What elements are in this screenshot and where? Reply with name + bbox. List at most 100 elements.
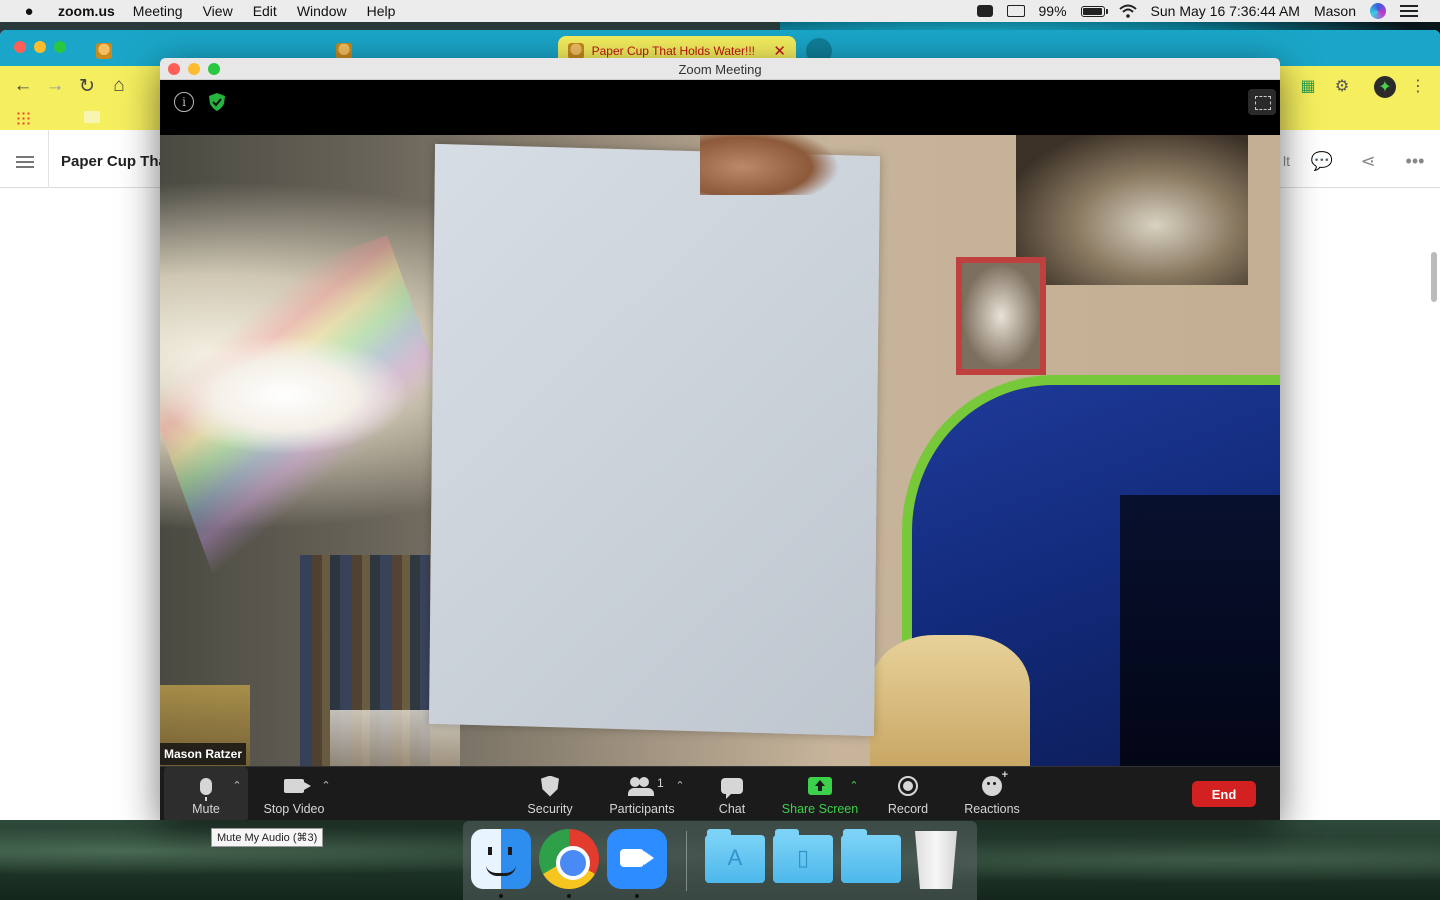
- notification-center-icon[interactable]: [1400, 5, 1418, 17]
- participants-count: 1: [657, 776, 664, 790]
- menu-meeting[interactable]: Meeting: [133, 3, 183, 19]
- running-indicator: [499, 894, 503, 898]
- browser-zoom-button[interactable]: [54, 41, 66, 53]
- audio-options-chevron-icon[interactable]: ⌃: [232, 781, 242, 792]
- enter-fullscreen-icon[interactable]: [1248, 89, 1276, 115]
- applications-folder-icon[interactable]: A: [705, 829, 765, 883]
- zoom-window-title: Zoom Meeting: [678, 62, 762, 77]
- airplay-icon[interactable]: [1006, 5, 1025, 17]
- mac-menu-bar: ● zoom.us Meeting View Edit Window Help …: [0, 0, 1440, 22]
- participants-label: Participants: [609, 802, 675, 816]
- zoom-title-bar[interactable]: Zoom Meeting: [160, 58, 1280, 80]
- profile-avatar[interactable]: ✦: [1374, 76, 1396, 98]
- record-icon: [893, 775, 923, 797]
- participants-button[interactable]: 1 Participants: [600, 767, 684, 820]
- menu-help[interactable]: Help: [367, 3, 396, 19]
- stop-video-button[interactable]: Stop Video: [256, 767, 332, 820]
- running-indicator: [635, 894, 639, 898]
- meeting-info-icon[interactable]: i: [174, 92, 194, 112]
- header-divider: [48, 130, 49, 188]
- battery-icon[interactable]: [1080, 5, 1108, 17]
- video-shadow: [1120, 495, 1280, 766]
- menubar-clock[interactable]: Sun May 16 7:36:44 AM: [1151, 3, 1300, 19]
- menu-window[interactable]: Window: [297, 3, 347, 19]
- participant-name-tag: Mason Ratzer: [160, 743, 247, 765]
- running-indicator: [567, 894, 571, 898]
- video-camera-icon: [279, 775, 311, 797]
- record-button[interactable]: Record: [880, 767, 936, 820]
- share-screen-button[interactable]: Share Screen: [778, 767, 862, 820]
- battery-percent: 99%: [1038, 3, 1067, 19]
- tab-favicon-icon: [568, 43, 584, 59]
- menubar-status-area: 99% Sun May 16 7:36:44 AM Mason: [976, 3, 1440, 19]
- participants-icon: 1: [627, 775, 664, 797]
- encryption-shield-icon[interactable]: [208, 92, 226, 112]
- extension-icon[interactable]: ⚙: [1332, 76, 1352, 96]
- apple-menu-icon[interactable]: ●: [20, 3, 38, 20]
- mute-tooltip: Mute My Audio (⌘3): [211, 828, 324, 847]
- reload-icon[interactable]: ↻: [76, 75, 98, 97]
- comments-icon[interactable]: 💬: [1310, 150, 1334, 172]
- meeting-controls-toolbar: Mute ⌃ Stop Video ⌃ Security 1 Participa…: [160, 766, 1280, 820]
- menu-edit[interactable]: Edit: [253, 3, 277, 19]
- chat-label: Chat: [718, 802, 746, 816]
- video-picture-frame: [956, 257, 1046, 375]
- reactions-label: Reactions: [964, 802, 1020, 816]
- apps-grid-icon[interactable]: [16, 111, 30, 125]
- mac-dock: A ▯: [463, 821, 977, 900]
- record-label: Record: [887, 802, 929, 816]
- browser-menu-icon[interactable]: ⋮: [1408, 76, 1428, 96]
- video-paper-sheet: [428, 143, 881, 737]
- more-options-icon[interactable]: •••: [1403, 150, 1427, 172]
- video-wall-poster: [1016, 135, 1248, 285]
- video-lamp: [870, 635, 1030, 766]
- bookmark-folder-icon[interactable]: [84, 111, 100, 123]
- hamburger-menu-icon[interactable]: [16, 156, 34, 168]
- end-meeting-button[interactable]: End: [1192, 781, 1256, 807]
- tab-favicon-icon: [336, 43, 352, 59]
- menu-view[interactable]: View: [203, 3, 233, 19]
- mute-button[interactable]: Mute: [164, 767, 248, 820]
- back-arrow-icon[interactable]: ←: [12, 75, 34, 97]
- tab-title: Paper Cup That Holds Water!!!: [591, 44, 756, 58]
- trash-icon[interactable]: [915, 831, 957, 889]
- security-shield-icon: [535, 775, 565, 797]
- mute-label: Mute: [192, 802, 220, 816]
- video-light-glare: [160, 335, 410, 455]
- forward-arrow-icon[interactable]: →: [44, 75, 66, 97]
- chat-button[interactable]: Chat: [708, 767, 756, 820]
- camera-status-icon[interactable]: [976, 5, 993, 17]
- zoom-app-icon[interactable]: [607, 829, 667, 889]
- page-scrollbar[interactable]: [1431, 252, 1437, 302]
- tab-favicon-icon: [96, 43, 112, 59]
- browser-close-button[interactable]: [14, 41, 26, 53]
- finder-icon[interactable]: [471, 829, 531, 889]
- zoom-meeting-window: Zoom Meeting i Mason Ratzer Mute ⌃ Stop …: [160, 58, 1280, 820]
- header-edit-text[interactable]: lt: [1283, 153, 1290, 169]
- share-options-chevron-icon[interactable]: ⌃: [849, 781, 859, 792]
- dock-separator: [686, 831, 687, 891]
- menubar-user[interactable]: Mason: [1314, 3, 1356, 19]
- participants-options-chevron-icon[interactable]: ⌃: [675, 781, 685, 792]
- reactions-button[interactable]: Reactions: [958, 767, 1026, 820]
- sheets-extension-icon[interactable]: ▦: [1298, 76, 1318, 96]
- document-title[interactable]: Paper Cup Tha: [61, 153, 167, 170]
- downloads-folder-icon[interactable]: [841, 829, 901, 883]
- home-icon[interactable]: ⌂: [108, 75, 130, 97]
- security-button[interactable]: Security: [518, 767, 582, 820]
- browser-minimize-button[interactable]: [34, 41, 46, 53]
- wifi-icon[interactable]: [1118, 4, 1137, 18]
- microphone-icon: [191, 775, 221, 801]
- documents-folder-icon[interactable]: ▯: [773, 829, 833, 883]
- participant-video-feed[interactable]: [160, 135, 1280, 766]
- share-icon[interactable]: ⋖: [1356, 150, 1380, 172]
- share-screen-icon: [805, 775, 835, 797]
- meeting-top-bar: i: [160, 80, 1280, 135]
- menu-app-name[interactable]: zoom.us: [58, 3, 115, 19]
- stop-video-label: Stop Video: [263, 802, 325, 816]
- security-label: Security: [527, 802, 573, 816]
- siri-icon[interactable]: [1370, 3, 1386, 19]
- chrome-icon[interactable]: [539, 829, 599, 889]
- video-hand: [700, 135, 840, 195]
- video-options-chevron-icon[interactable]: ⌃: [321, 781, 331, 792]
